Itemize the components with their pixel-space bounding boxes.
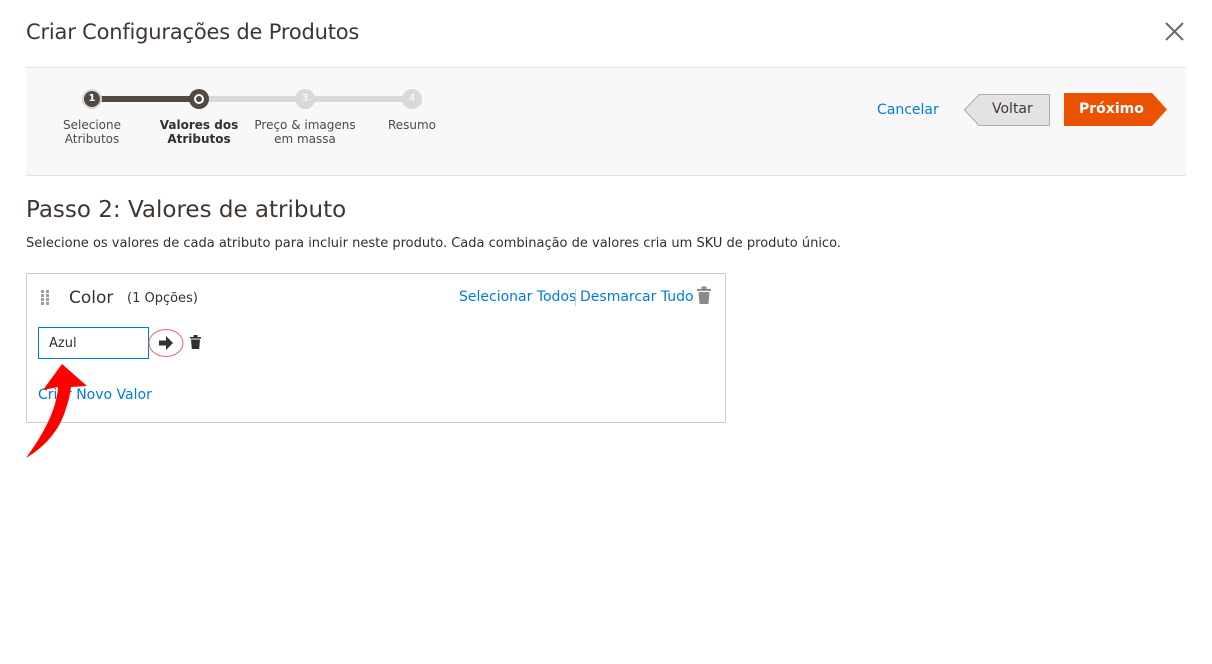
steps-track-completed xyxy=(92,96,199,102)
step-heading: Passo 2: Valores de atributo xyxy=(26,197,347,223)
back-button-label: Voltar xyxy=(992,101,1033,117)
step-2-marker xyxy=(189,89,209,109)
attribute-values-panel: Color (1 Opções) Selecionar Todos Desmar… xyxy=(26,273,726,423)
step-4-label: Resumo xyxy=(387,118,437,132)
create-new-value-link[interactable]: Criar Novo Valor xyxy=(38,387,152,403)
cancel-link[interactable]: Cancelar xyxy=(877,102,939,118)
step-4-marker: 4 xyxy=(402,89,422,109)
close-icon xyxy=(1165,22,1184,41)
next-button[interactable]: Próximo xyxy=(1064,93,1168,126)
step-3-marker: 3 xyxy=(295,89,315,109)
next-button-label: Próximo xyxy=(1079,101,1144,117)
select-all-link[interactable]: Selecionar Todos xyxy=(459,289,576,305)
modal-title: Criar Configurações de Produtos xyxy=(26,20,360,44)
deselect-all-link[interactable]: Desmarcar Tudo xyxy=(580,289,694,305)
close-modal-button[interactable] xyxy=(1160,18,1188,46)
new-value-input[interactable] xyxy=(38,327,149,359)
step-description: Selecione os valores de cada atributo pa… xyxy=(26,236,841,251)
back-button[interactable]: Voltar xyxy=(964,94,1050,126)
remove-attribute-trash-icon[interactable] xyxy=(697,286,711,304)
drag-handle-icon[interactable] xyxy=(41,290,51,306)
step-1-label[interactable]: Selecione Atributos xyxy=(37,118,147,146)
link-divider xyxy=(575,289,576,306)
step-3-label: Preço & imagens em massa xyxy=(254,118,356,146)
step-2-label: Valores dos Atributos xyxy=(159,118,239,146)
save-value-arrow-button[interactable] xyxy=(148,328,184,358)
remove-value-trash-icon[interactable] xyxy=(190,335,201,349)
attribute-options-count: (1 Opções) xyxy=(127,291,198,306)
attribute-name: Color xyxy=(69,288,114,308)
wizard-progress-bar: 1 3 4 Selecione Atributos Valores dos At… xyxy=(26,67,1186,176)
step-1-marker[interactable]: 1 xyxy=(82,89,102,109)
